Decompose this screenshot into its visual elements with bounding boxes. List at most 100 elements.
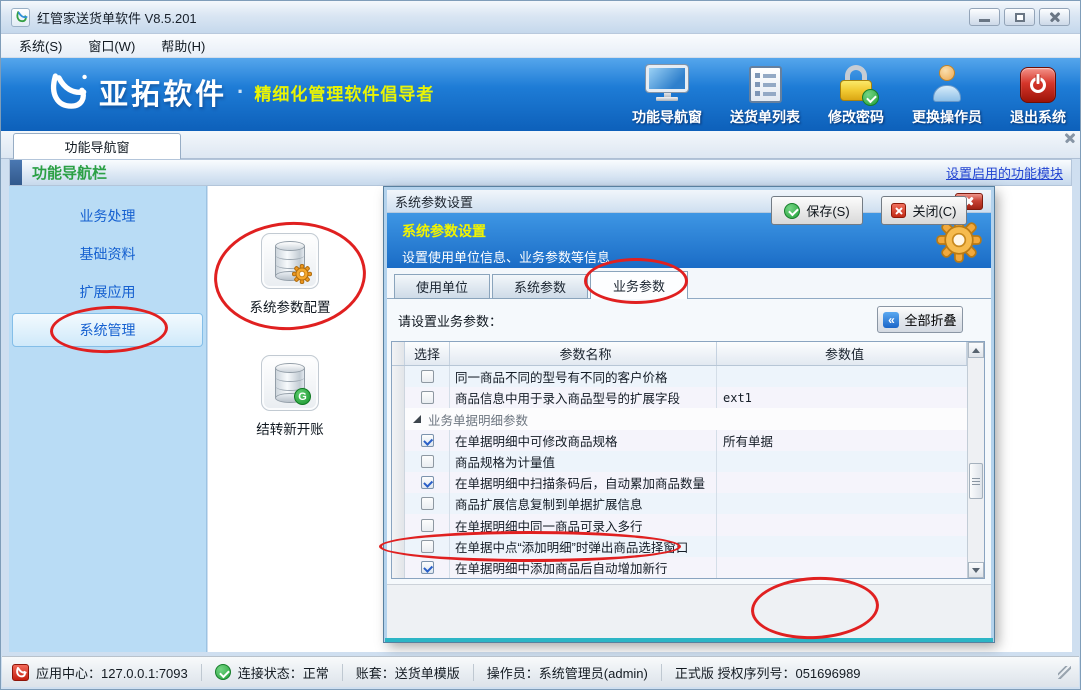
restore-button[interactable] — [1004, 8, 1035, 26]
param-row[interactable]: 商品信息中用于录入商品型号的扩展字段ext1 — [392, 387, 967, 408]
save-button[interactable]: 保存(S) — [771, 196, 863, 225]
param-name: 商品规格为计量值 — [450, 451, 717, 472]
params-table-header: 选择 参数名称 参数值 — [392, 342, 967, 366]
group-label: 业务单据明细参数 — [428, 410, 528, 429]
param-checkbox[interactable] — [421, 434, 434, 447]
param-checkbox[interactable] — [421, 561, 434, 574]
monitor-icon — [646, 65, 688, 103]
sidebar-item[interactable]: 业务处理 — [12, 199, 203, 233]
shortcut-label: 系统参数配置 — [250, 296, 331, 316]
header-select[interactable]: 选择 — [405, 342, 450, 365]
params-table-body: 同一商品不同的型号有不同的客户价格商品信息中用于录入商品型号的扩展字段ext1 业… — [392, 366, 967, 578]
menu-item[interactable]: 窗口(W) — [78, 33, 145, 58]
window-titlebar: 红管家送货单软件 V8.5.201 — [1, 1, 1080, 34]
params-table: 选择 参数名称 参数值 同一商品不同的型号有不同的客户价格商品信息中用于录入商品… — [391, 341, 985, 579]
select-cell — [405, 451, 450, 472]
shortcut-carryover[interactable]: 结转新开账 — [242, 355, 338, 438]
status-operator: 操作员：系统管理员(admin) — [474, 663, 661, 682]
param-checkbox[interactable] — [421, 497, 434, 510]
status-bar: 应用中心：127.0.0.1:7093 连接状态：正常 账套：送货单模版 操作员… — [2, 656, 1079, 687]
param-checkbox[interactable] — [421, 540, 434, 553]
select-cell — [405, 557, 450, 578]
tab-nav-window[interactable]: 功能导航窗 — [13, 133, 181, 159]
param-name: 在单据明细中扫描条码后，自动累加商品数量 — [450, 472, 717, 493]
param-row[interactable]: 在单据明细中可修改商品规格所有单据 — [392, 430, 967, 451]
row-indicator — [392, 493, 405, 514]
toolbar-button-label: 退出系统 — [1010, 107, 1066, 127]
dialog-footer — [387, 584, 991, 638]
toolbar-button-delivery-list[interactable]: 送货单列表 — [730, 65, 800, 127]
param-checkbox[interactable] — [421, 370, 434, 383]
param-row[interactable]: 在单据明细中同一商品可录入多行 — [392, 514, 967, 535]
banner-toolbar: 功能导航窗送货单列表修改密码更换操作员退出系统 — [632, 65, 1066, 127]
param-value[interactable]: ext1 — [717, 387, 967, 408]
param-name: 在单据中点“添加明细”时弹出商品选择窗口 — [450, 536, 717, 557]
shortcut-system-params[interactable]: 系统参数配置 — [242, 233, 338, 316]
param-row[interactable]: 商品扩展信息复制到单据扩展信息 — [392, 493, 967, 514]
param-group-row[interactable]: 业务单据明细参数 — [392, 408, 967, 429]
resize-grip[interactable] — [1058, 666, 1071, 679]
collapse-all-icon: « — [883, 312, 899, 328]
minimize-button[interactable] — [969, 8, 1000, 26]
param-value[interactable] — [717, 472, 967, 493]
restore-icon — [1015, 13, 1025, 22]
brand-banner: 亚拓软件 · 精细化管理软件倡导者 功能导航窗送货单列表修改密码更换操作员退出系… — [1, 58, 1080, 131]
param-row[interactable]: 在单据明细中添加商品后自动增加新行 — [392, 557, 967, 578]
save-button-label: 保存(S) — [806, 201, 849, 220]
header-param-name[interactable]: 参数名称 — [450, 342, 717, 365]
param-name: 商品信息中用于录入商品型号的扩展字段 — [450, 387, 717, 408]
header-param-value[interactable]: 参数值 — [717, 342, 967, 365]
toolbar-button-exit-system[interactable]: 退出系统 — [1010, 65, 1066, 127]
param-row[interactable]: 同一商品不同的型号有不同的客户价格 — [392, 366, 967, 387]
param-row[interactable]: 在单据中点“添加明细”时弹出商品选择窗口 — [392, 536, 967, 557]
close-dialog-button[interactable]: 关闭(C) — [881, 196, 967, 225]
param-checkbox[interactable] — [421, 455, 434, 468]
sidebar-item[interactable]: 基础资料 — [12, 237, 203, 271]
sidebar-nav: 业务处理基础资料扩展应用系统管理 — [9, 186, 207, 652]
collapse-triangle-icon[interactable] — [413, 415, 421, 423]
param-name: 商品扩展信息复制到单据扩展信息 — [450, 493, 717, 514]
dialog-tab[interactable]: 业务参数 — [590, 271, 688, 299]
toolbar-button-nav-window[interactable]: 功能导航窗 — [632, 65, 702, 127]
vertical-scrollbar[interactable] — [967, 342, 984, 578]
close-button[interactable] — [1039, 8, 1070, 26]
menu-item[interactable]: 帮助(H) — [151, 33, 215, 58]
row-indicator — [392, 387, 405, 408]
param-value[interactable] — [717, 536, 967, 557]
select-cell — [405, 536, 450, 557]
scroll-up-icon[interactable] — [968, 342, 984, 358]
shortcut-label: 结转新开账 — [256, 418, 324, 438]
param-value[interactable]: 所有单据 — [717, 430, 967, 451]
toolbar-button-change-password[interactable]: 修改密码 — [828, 65, 884, 127]
param-checkbox[interactable] — [421, 391, 434, 404]
app-logo-icon — [11, 8, 30, 27]
param-value[interactable] — [717, 514, 967, 535]
collapse-all-button[interactable]: « 全部折叠 — [877, 306, 963, 333]
param-row[interactable]: 商品规格为计量值 — [392, 451, 967, 472]
param-row[interactable]: 在单据明细中扫描条码后，自动累加商品数量 — [392, 472, 967, 493]
select-cell — [405, 387, 450, 408]
status-connection-text: 连接状态：正常 — [238, 663, 329, 682]
param-value[interactable] — [717, 451, 967, 472]
dialog-tab[interactable]: 使用单位 — [394, 274, 490, 299]
row-indicator — [392, 557, 405, 578]
toolbar-button-switch-operator[interactable]: 更换操作员 — [912, 65, 982, 127]
param-value[interactable] — [717, 493, 967, 514]
param-value[interactable] — [717, 366, 967, 387]
sidebar-item[interactable]: 系统管理 — [12, 313, 203, 347]
param-checkbox[interactable] — [421, 476, 434, 489]
scroll-down-icon[interactable] — [968, 562, 984, 578]
close-icon — [1049, 12, 1060, 23]
status-license-text: 正式版 授权序列号：051696989 — [675, 663, 861, 682]
sidebar-item[interactable]: 扩展应用 — [12, 275, 203, 309]
select-cell — [405, 514, 450, 535]
menu-item[interactable]: 系统(S) — [9, 33, 72, 58]
configure-modules-link[interactable]: 设置启用的功能模块 — [946, 163, 1063, 182]
param-value[interactable] — [717, 557, 967, 578]
database-carryover-icon — [261, 355, 319, 411]
param-checkbox[interactable] — [421, 519, 434, 532]
scrollbar-thumb[interactable] — [969, 463, 983, 499]
window-title: 红管家送货单软件 V8.5.201 — [37, 8, 197, 27]
dialog-tab[interactable]: 系统参数 — [492, 274, 588, 299]
window-controls — [969, 8, 1070, 26]
